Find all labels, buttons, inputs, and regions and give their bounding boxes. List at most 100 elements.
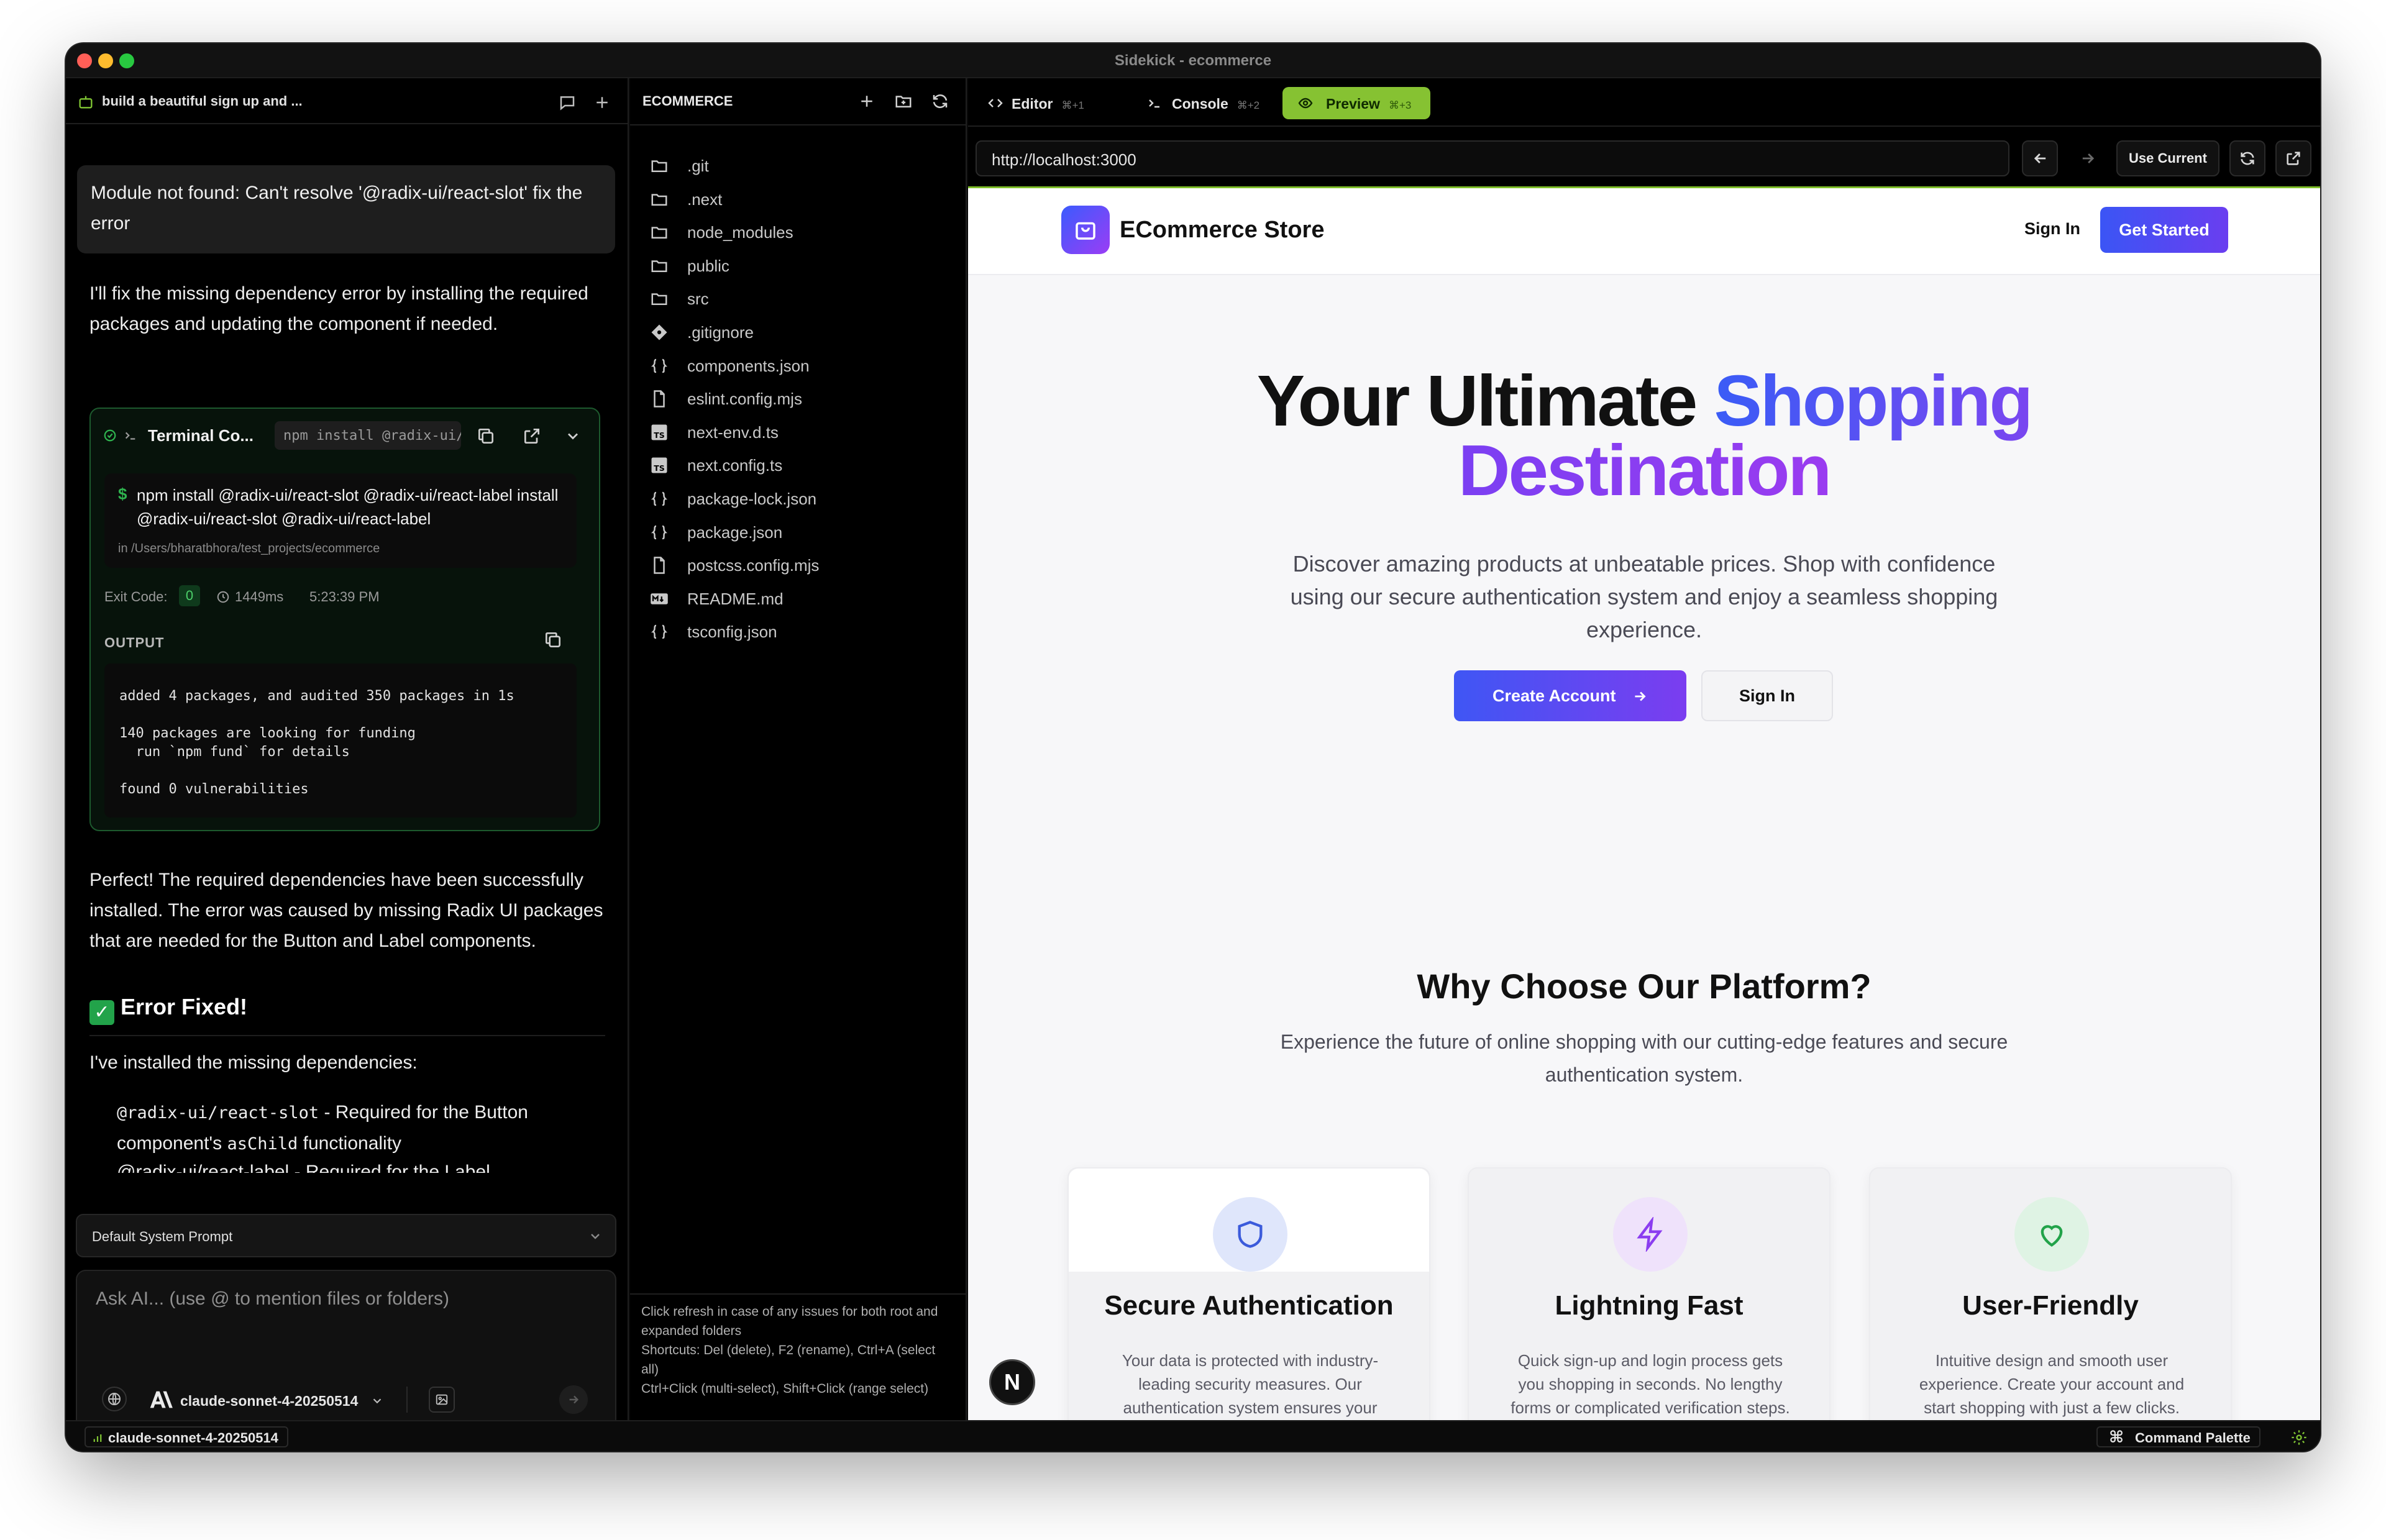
ts-icon: TS [650, 456, 669, 473]
nextjs-dev-badge[interactable]: N [989, 1359, 1035, 1405]
image-attach-icon[interactable] [429, 1387, 455, 1413]
chat-panel: build a beautiful sign up and ... Module… [66, 78, 629, 1429]
file-name: next.config.ts [687, 456, 783, 475]
code-icon [987, 96, 1004, 111]
terminal-title: Terminal Co... [148, 426, 254, 445]
markdown-icon [650, 590, 669, 607]
file-name: .gitignore [687, 323, 754, 342]
app-window: Sidekick - ecommerce build a beautiful s… [66, 43, 2320, 1451]
globe-icon[interactable] [102, 1387, 127, 1411]
anthropic-icon [149, 1390, 174, 1409]
assistant-summary: Perfect! The required dependencies have … [89, 870, 603, 951]
terminal-card: Terminal Co... npm install @radix-ui/re.… [89, 408, 600, 831]
json-icon [650, 490, 669, 507]
new-folder-icon[interactable] [894, 92, 913, 111]
new-file-icon[interactable] [857, 92, 876, 111]
window-title: Sidekick - ecommerce [1114, 52, 1272, 69]
terminal-icon [1146, 96, 1163, 111]
check-circle-icon [103, 429, 117, 442]
workspace-panel: Editor ⌘+1 Console ⌘+2 Preview ⌘+3 http://l… [968, 78, 2320, 1420]
file-name: package.json [687, 522, 783, 542]
create-account-button[interactable]: Create Account [1454, 670, 1686, 721]
gear-icon[interactable] [2290, 1429, 2308, 1446]
copy-output-icon[interactable] [543, 630, 563, 650]
feature-card: User-Friendly Intuitive design and smoot… [1869, 1167, 2232, 1420]
shield-icon [1213, 1197, 1287, 1272]
prompt-symbol: $ [118, 485, 127, 503]
command-palette-button[interactable]: ⌘ Command Palette [2096, 1426, 2260, 1447]
chat-messages[interactable]: Module not found: Can't resolve '@radix-… [66, 124, 628, 1211]
svg-text:TS: TS [654, 463, 665, 473]
folder-icon [650, 223, 669, 240]
site-brand[interactable]: ECommerce Store [1120, 217, 1324, 244]
terminal-cwd: in /Users/bharatbhora/test_projects/ecom… [118, 542, 380, 555]
url-input[interactable]: http://localhost:3000 [976, 140, 2009, 176]
open-in-browser-button[interactable] [2275, 140, 2311, 176]
folder-icon [650, 289, 669, 307]
file-name: node_modules [687, 223, 793, 242]
file-name: next-env.d.ts [687, 422, 779, 442]
robot-icon [77, 93, 94, 111]
output-label: OUTPUT [104, 635, 165, 650]
exit-code-label: Exit Code: [104, 589, 168, 604]
status-model[interactable]: claude-sonnet-4-20250514 [85, 1426, 288, 1447]
file-name: public [687, 256, 729, 275]
view-tabs: Editor ⌘+1 Console ⌘+2 Preview ⌘+3 [968, 78, 2320, 127]
exit-code-badge: 0 [179, 585, 200, 606]
chat-thread-title[interactable]: build a beautiful sign up and ... [102, 93, 303, 109]
file-name: README.md [687, 589, 784, 608]
chat-bubble-icon[interactable] [558, 93, 577, 112]
shopping-bag-icon[interactable] [1061, 206, 1110, 254]
eye-icon [1296, 96, 1315, 111]
chat-input-box[interactable]: Ask AI... (use @ to mention files or fol… [76, 1270, 616, 1429]
command-pill: npm install @radix-ui/re... [275, 421, 461, 450]
file-name: tsconfig.json [687, 622, 777, 642]
file-name: eslint.config.mjs [687, 390, 802, 409]
clock-icon [216, 590, 230, 604]
feature-description: Quick sign-up and login process gets you… [1511, 1351, 1790, 1417]
back-button[interactable] [2022, 140, 2058, 176]
duration: 1449ms [235, 589, 284, 604]
system-prompt-label: Default System Prompt [92, 1229, 233, 1244]
open-external-icon[interactable] [522, 426, 542, 446]
dependency-item: @radix-ui/react-slot - Required for the … [117, 1102, 528, 1154]
separator [406, 1387, 408, 1413]
use-current-button[interactable]: Use Current [2116, 140, 2219, 176]
lightning-icon [1613, 1197, 1688, 1272]
get-started-button[interactable]: Get Started [2100, 207, 2228, 253]
send-icon[interactable] [559, 1385, 588, 1414]
reload-button[interactable] [2229, 140, 2265, 176]
features-title: Why Choose Our Platform? [1417, 967, 1872, 1006]
nav-sign-in-button[interactable]: Sign In [2024, 219, 2080, 239]
folder-icon [650, 257, 669, 274]
model-selector[interactable]: claude-sonnet-4-20250514 [180, 1393, 358, 1410]
timestamp: 5:23:39 PM [309, 589, 380, 604]
chevron-down-icon[interactable] [370, 1394, 384, 1408]
refresh-icon[interactable] [931, 92, 949, 111]
hero-title-line2: Destination [1458, 430, 1832, 511]
chevron-down-icon[interactable] [564, 427, 582, 445]
arrow-left-icon [2032, 150, 2049, 167]
forward-button[interactable] [2069, 140, 2105, 176]
open-external-icon [2285, 150, 2302, 167]
divider [630, 124, 966, 125]
refresh-icon [2239, 150, 2256, 167]
chevron-down-icon [588, 1229, 603, 1244]
tab-console[interactable]: Console ⌘+2 [1133, 87, 1270, 119]
svg-text:TS: TS [654, 431, 665, 440]
tab-preview[interactable]: Preview ⌘+3 [1282, 87, 1430, 119]
web-preview[interactable]: ECommerce Store Sign In Get Started Your… [968, 188, 2320, 1420]
chat-header: build a beautiful sign up and ... [66, 78, 628, 124]
chat-input[interactable]: Ask AI... (use @ to mention files or fol… [96, 1288, 449, 1310]
copy-icon[interactable] [476, 426, 496, 446]
file-icon [650, 556, 669, 574]
command-box: $ npm install @radix-ui/react-slot @radi… [104, 473, 577, 568]
hero-sign-in-button[interactable]: Sign In [1701, 670, 1833, 721]
hero-subtitle: Discover amazing products at unbeatable … [1290, 551, 1998, 642]
explorer-help: Click refresh in case of any issues for … [630, 1293, 966, 1406]
feature-card: Lightning Fast Quick sign-up and login p… [1468, 1167, 1831, 1420]
new-chat-icon[interactable] [593, 93, 611, 112]
tab-editor[interactable]: Editor ⌘+1 [977, 87, 1113, 119]
system-prompt-select[interactable]: Default System Prompt [76, 1214, 616, 1257]
assistant-message: I'll fix the missing dependency error by… [89, 283, 588, 334]
